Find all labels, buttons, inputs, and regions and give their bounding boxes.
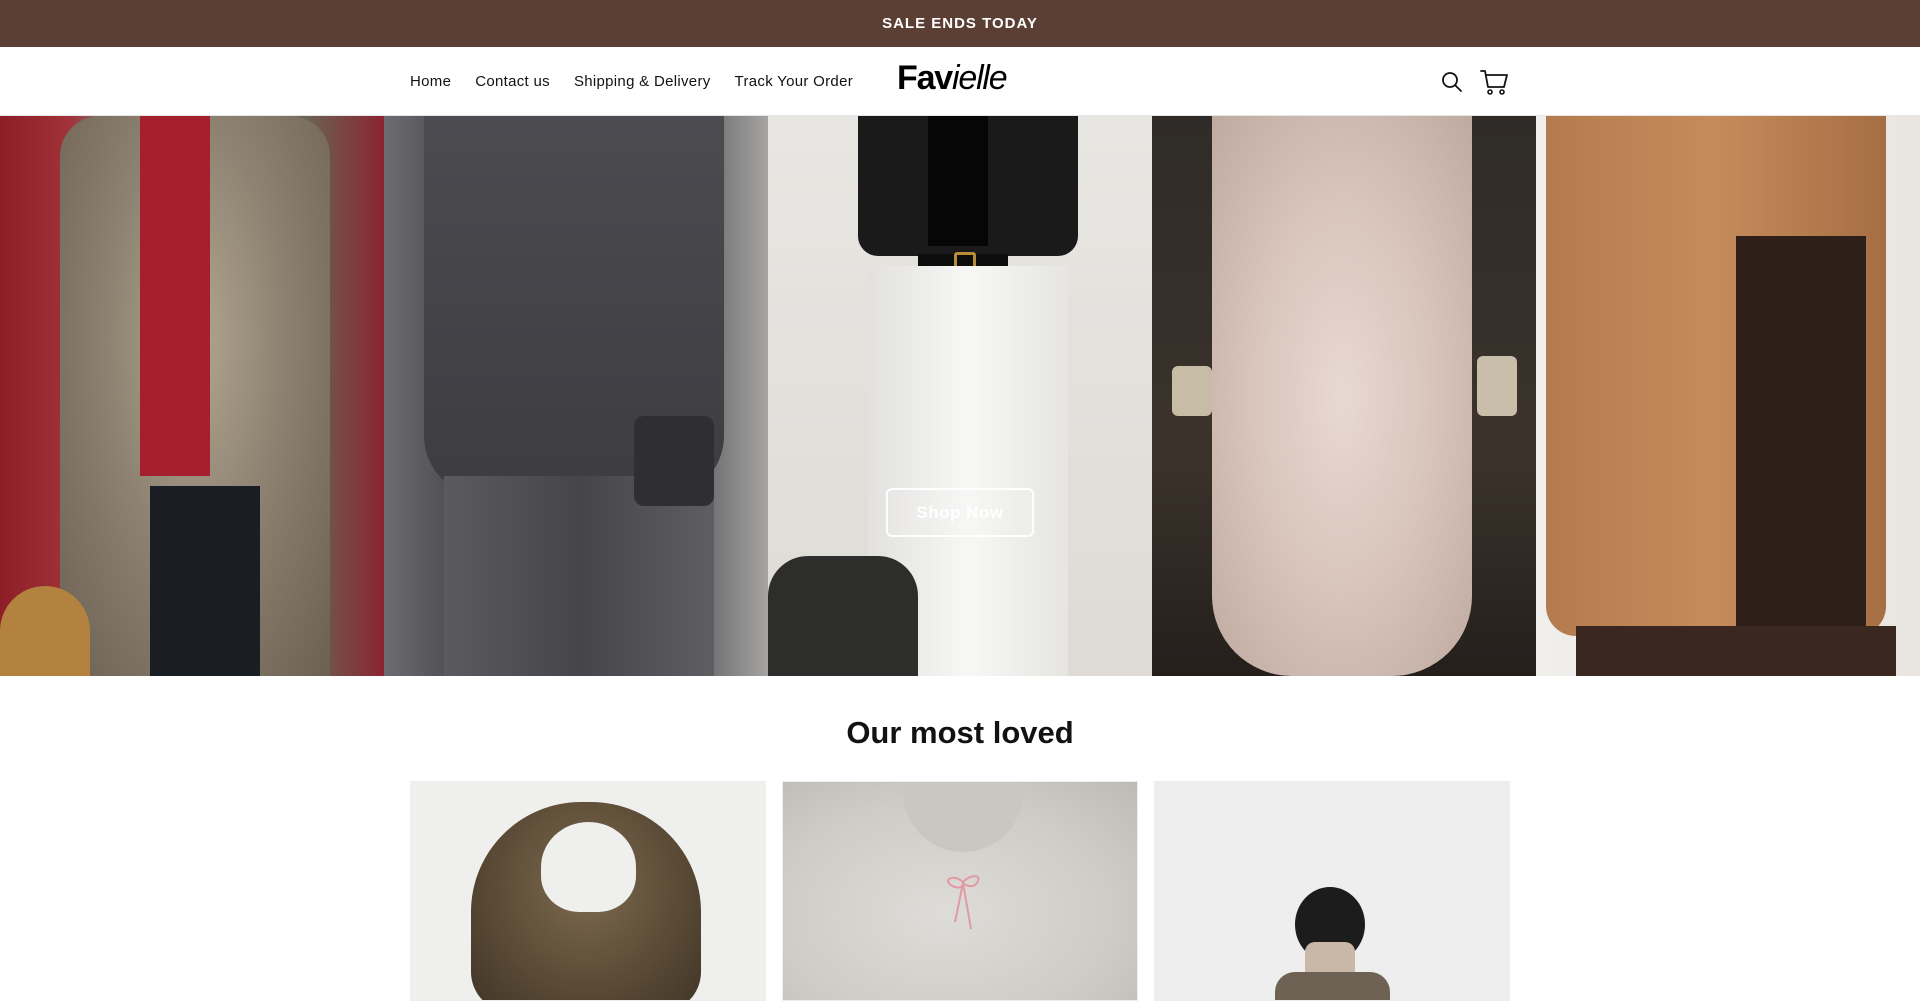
- nav-link-contact[interactable]: Contact us: [475, 73, 550, 90]
- header-icons: [1434, 47, 1518, 116]
- logo-text-fav: Fav: [897, 59, 953, 97]
- hero-image-knit-dress: [1152, 116, 1536, 676]
- nav-link-shipping[interactable]: Shipping & Delivery: [574, 73, 711, 90]
- product-grid: [410, 781, 1526, 1001]
- main-nav: Home Contact us Shipping & Delivery Trac…: [410, 47, 877, 116]
- nav-link-home[interactable]: Home: [410, 73, 451, 90]
- hero-image-grey-jacket: [384, 116, 768, 676]
- announcement-text: SALE ENDS TODAY: [882, 15, 1038, 32]
- hero-image-camel-coat: [1536, 116, 1920, 676]
- logo-text-ielle: ielle: [952, 59, 1008, 97]
- site-logo[interactable]: Favielle: [897, 59, 1008, 97]
- announcement-bar: SALE ENDS TODAY: [0, 0, 1920, 47]
- nav-link-track-order[interactable]: Track Your Order: [735, 73, 853, 90]
- product-card[interactable]: [782, 781, 1138, 1001]
- shop-now-button[interactable]: Shop Now: [886, 488, 1034, 537]
- hero-banner: Shop Now: [0, 116, 1920, 676]
- hero-image-fur-coat: [0, 116, 384, 676]
- product-card[interactable]: [1154, 781, 1510, 1001]
- hero-image-white-jeans: [768, 116, 1152, 676]
- cart-icon[interactable]: [1476, 64, 1512, 100]
- product-card[interactable]: [410, 781, 766, 1001]
- search-icon[interactable]: [1434, 64, 1470, 100]
- section-title: Our most loved: [846, 715, 1074, 750]
- site-header: Home Contact us Shipping & Delivery Trac…: [0, 47, 1920, 116]
